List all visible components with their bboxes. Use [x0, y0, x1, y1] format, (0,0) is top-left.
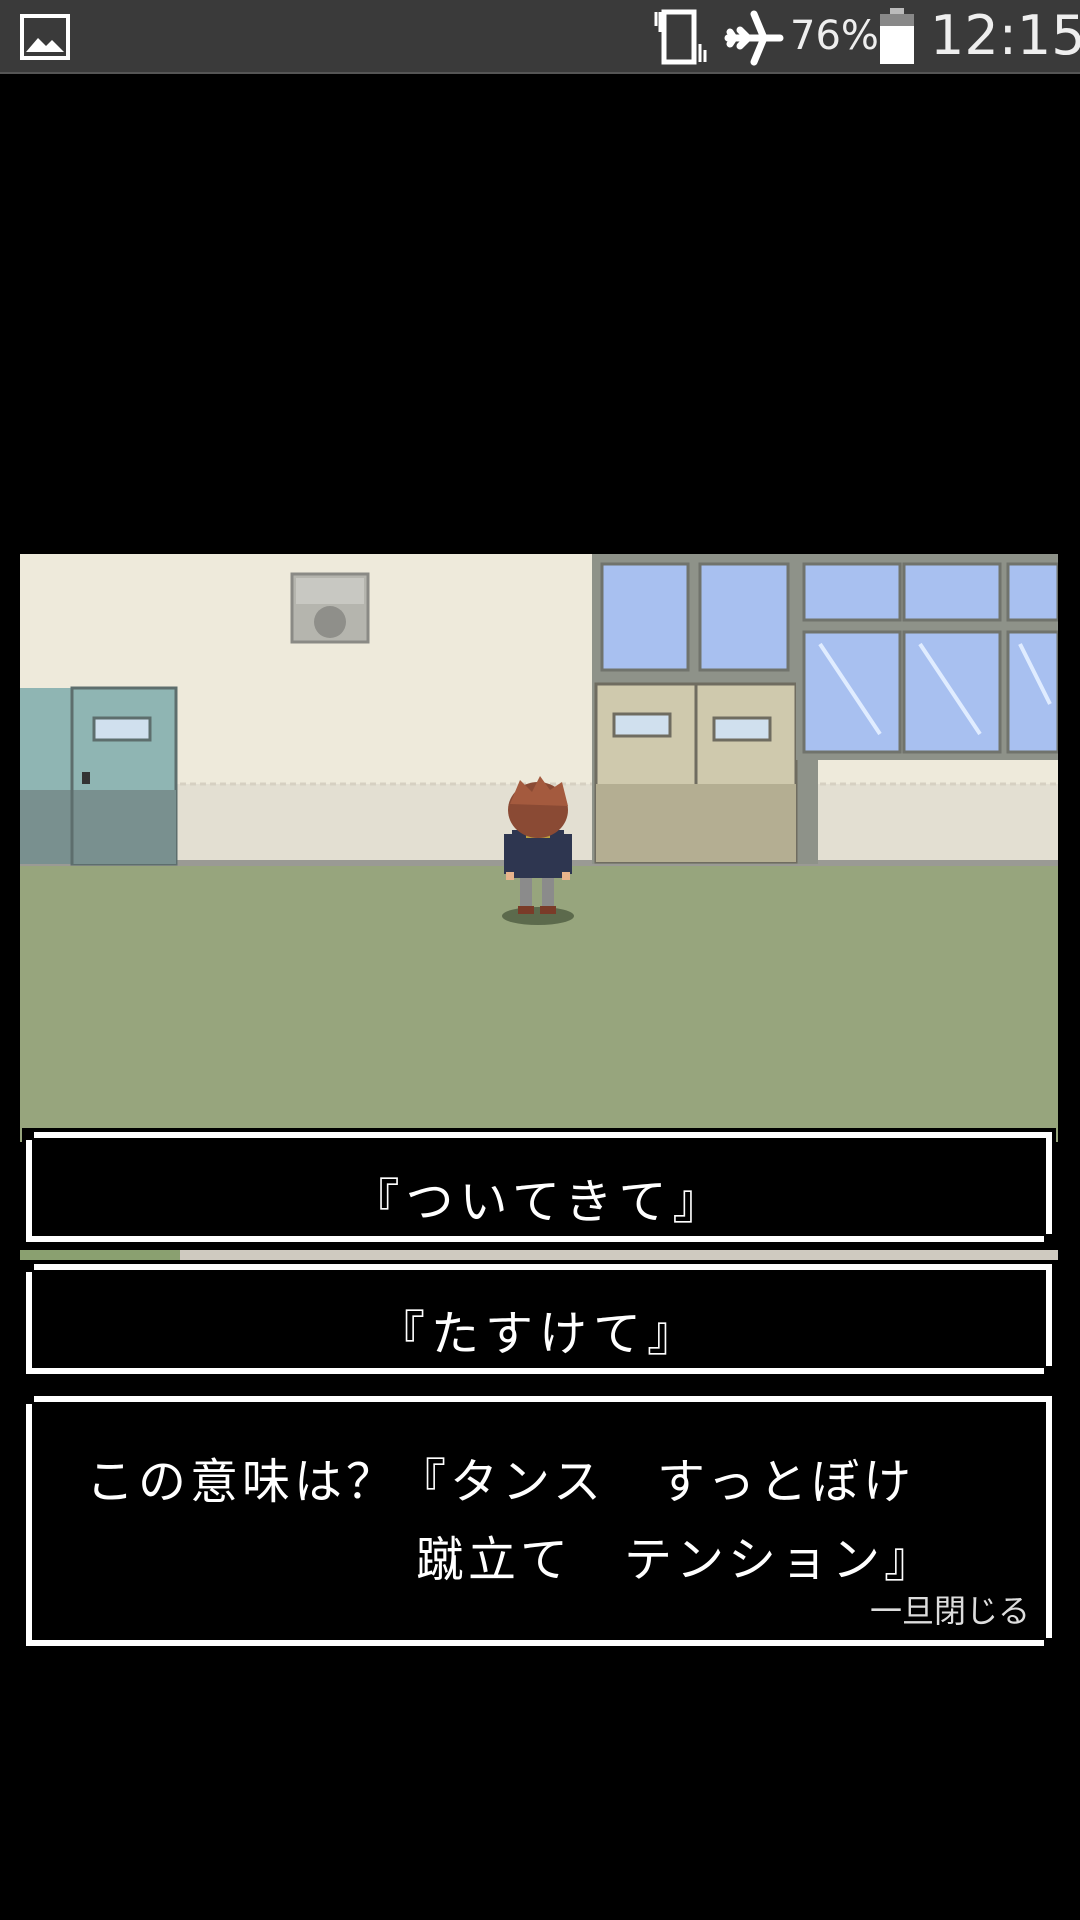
hallway-windows: [796, 554, 1058, 760]
air-conditioner: [290, 572, 370, 644]
choice-help-me[interactable]: 『たすけて』: [22, 1260, 1056, 1378]
teal-doors: [20, 686, 178, 866]
separator-bar: [20, 1250, 1058, 1260]
airplane-icon: [724, 10, 784, 66]
battery-percent: 76%: [790, 13, 879, 59]
battery-icon: [880, 8, 914, 64]
message-line-2: 蹴立て テンション』: [416, 1532, 937, 1588]
message-window: この意味は？『タンス すっとぼけ 蹴立て テンション』 一旦閉じる: [22, 1392, 1056, 1650]
clock: 12:15: [930, 4, 1080, 67]
status-bar: 76% 12:15: [0, 0, 1080, 74]
choice-label: 『たすけて』: [376, 1306, 701, 1362]
separator-bar-fill: [20, 1250, 180, 1260]
game-scene[interactable]: [20, 554, 1058, 1142]
gallery-icon[interactable]: [20, 14, 70, 60]
close-temporarily-button[interactable]: 一旦閉じる: [870, 1586, 1030, 1632]
choice-follow-me[interactable]: 『ついてきて』: [22, 1128, 1056, 1246]
message-line-1: この意味は？『タンス すっとぼけ: [86, 1454, 916, 1510]
choice-label: 『ついてきて』: [351, 1174, 727, 1230]
classroom-front: [592, 554, 818, 864]
vibrate-icon: [654, 9, 707, 65]
